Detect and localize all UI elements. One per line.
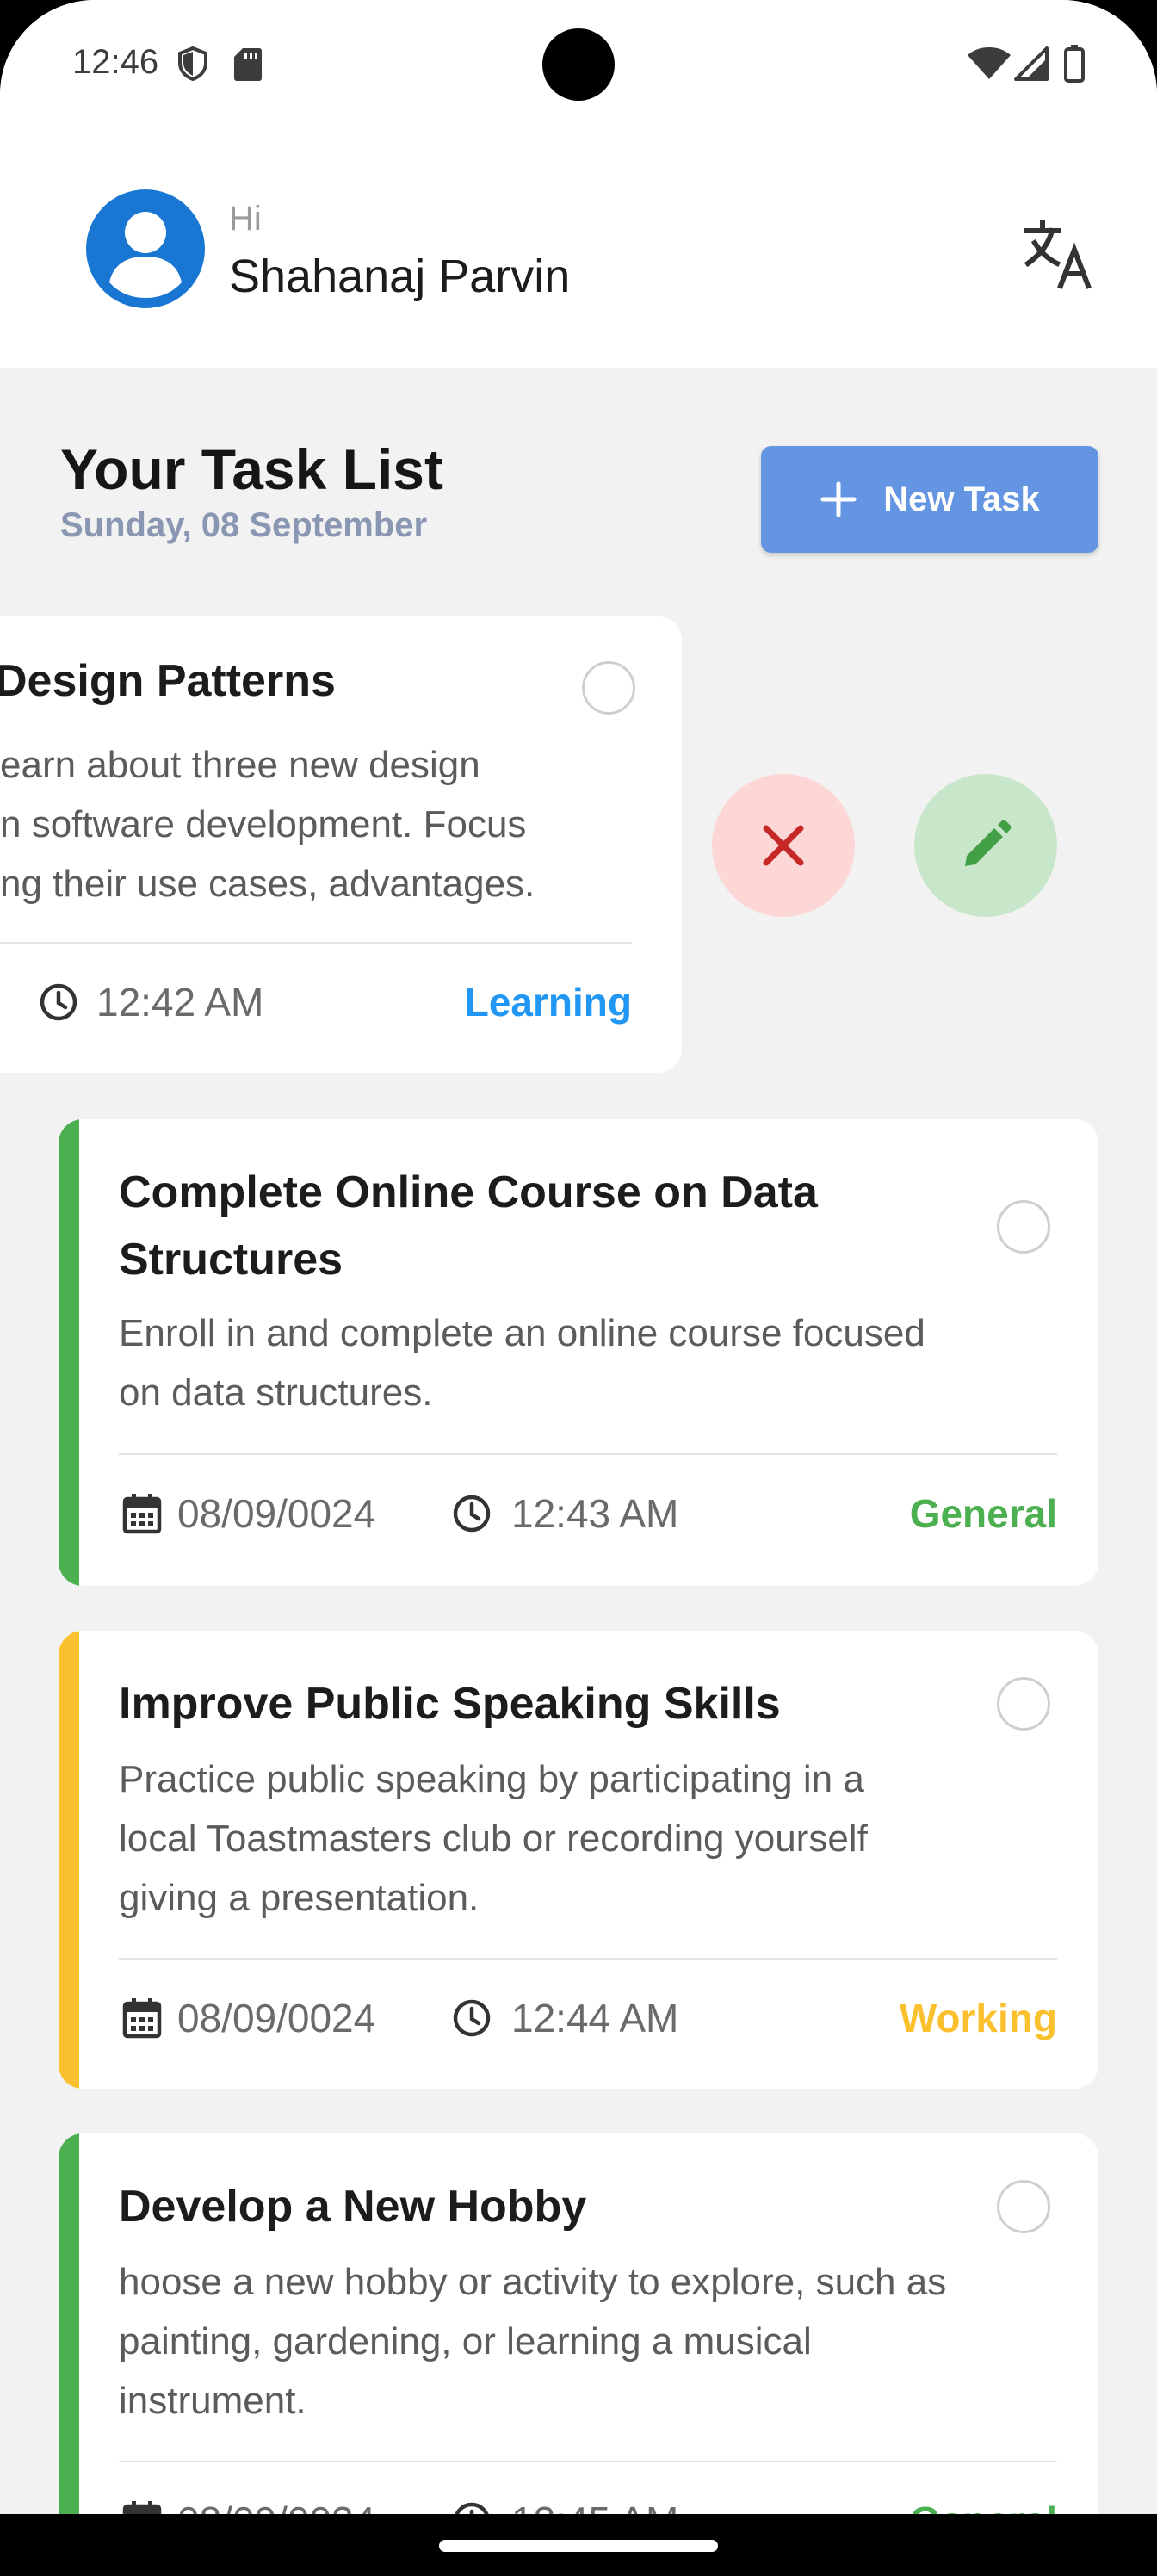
user-name: Shahanaj Parvin [229, 251, 571, 302]
task-complete-checkbox[interactable] [997, 2180, 1050, 2233]
category-color-stripe [59, 1631, 79, 2089]
card-divider [119, 1453, 1057, 1455]
page-title: Your Task List [60, 437, 443, 501]
task-category: Working [899, 1996, 1057, 2040]
pencil-icon [965, 820, 1012, 866]
task-description-line: on data structures. [119, 1372, 433, 1414]
battery-icon [1064, 45, 1085, 83]
task-complete-checkbox[interactable] [997, 1200, 1050, 1254]
task-description-line: painting, gardening, or learning a music… [119, 2320, 812, 2362]
shield-icon [178, 46, 207, 81]
task-title-line: Structures [119, 1235, 343, 1285]
person-avatar-icon[interactable] [86, 189, 205, 308]
task-time: 12:42 AM [96, 980, 264, 1025]
status-bar: 12:46 [0, 0, 1157, 129]
task-category: Learning [464, 980, 632, 1025]
task-title: Design Patterns [0, 656, 336, 706]
plus-icon [820, 481, 857, 517]
task-description-line: ng their use cases, advantages. [0, 863, 535, 905]
edit-task-button[interactable] [914, 774, 1057, 917]
task-complete-checkbox[interactable] [997, 1677, 1050, 1731]
task-title-line: Improve Public Speaking Skills [119, 1679, 781, 1729]
page-date: Sunday, 08 September [60, 506, 428, 544]
card-divider [119, 1958, 1057, 1960]
task-description-line: instrument. [119, 2380, 306, 2422]
task-card[interactable]: Complete Online Course on Data Structure… [59, 1119, 1098, 1586]
task-description-line: Enroll in and complete an online course … [119, 1312, 925, 1354]
cell-signal-icon [1014, 46, 1049, 81]
calendar-icon [122, 1998, 162, 2039]
new-task-button[interactable]: New Task [761, 446, 1098, 553]
task-description-line: Practice public speaking by participatin… [119, 1758, 864, 1800]
close-icon [763, 825, 804, 866]
task-date: 08/09/0024 [177, 1491, 376, 1536]
card-divider [119, 2461, 1057, 2462]
task-card[interactable]: Develop a New Hobby hoose a new hobby or… [59, 2133, 1098, 2576]
camera-cutout [542, 28, 615, 101]
category-color-stripe [59, 1119, 79, 1586]
task-description-line: giving a presentation. [119, 1877, 480, 1919]
greeting-text: Hi [229, 200, 262, 238]
clock-icon [453, 1495, 491, 1533]
home-gesture-handle[interactable] [439, 2540, 718, 2552]
task-time: 12:44 AM [511, 1996, 679, 2040]
task-description-line: local Toastmasters club or recording you… [119, 1817, 868, 1860]
clock-icon [453, 1999, 491, 2037]
card-divider [0, 942, 632, 944]
task-title-line: Complete Online Course on Data [119, 1167, 818, 1217]
wifi-icon [968, 47, 1011, 79]
task-card-swiped[interactable]: Design Patterns earn about three new des… [0, 616, 682, 1073]
translate-icon[interactable] [1019, 215, 1097, 293]
task-list-heading: Your Task List Sunday, 08 September [60, 435, 443, 547]
delete-task-button[interactable] [712, 774, 855, 917]
task-date: 08/09/0024 [177, 1996, 376, 2040]
task-description-line: n software development. Focus [0, 803, 527, 845]
app-header: Hi Shahanaj Parvin [0, 129, 1157, 368]
task-title-line: Develop a New Hobby [119, 2182, 587, 2232]
task-complete-checkbox[interactable] [582, 661, 635, 715]
calendar-icon [122, 1494, 162, 1534]
sd-card-icon [234, 48, 262, 81]
task-description-line: earn about three new design [0, 744, 480, 786]
category-color-stripe [59, 2133, 79, 2576]
task-category: General [909, 1491, 1057, 1536]
clock-icon [40, 983, 77, 1021]
app-screen: 12:46 Hi Shahanaj Parvin Your Task List … [0, 0, 1157, 2576]
task-card[interactable]: Improve Public Speaking Skills Practice … [59, 1631, 1098, 2089]
task-time: 12:43 AM [511, 1491, 679, 1536]
status-time: 12:46 [72, 43, 159, 81]
task-description-line: hoose a new hobby or activity to explore… [119, 2261, 947, 2303]
new-task-label: New Task [883, 480, 1040, 518]
